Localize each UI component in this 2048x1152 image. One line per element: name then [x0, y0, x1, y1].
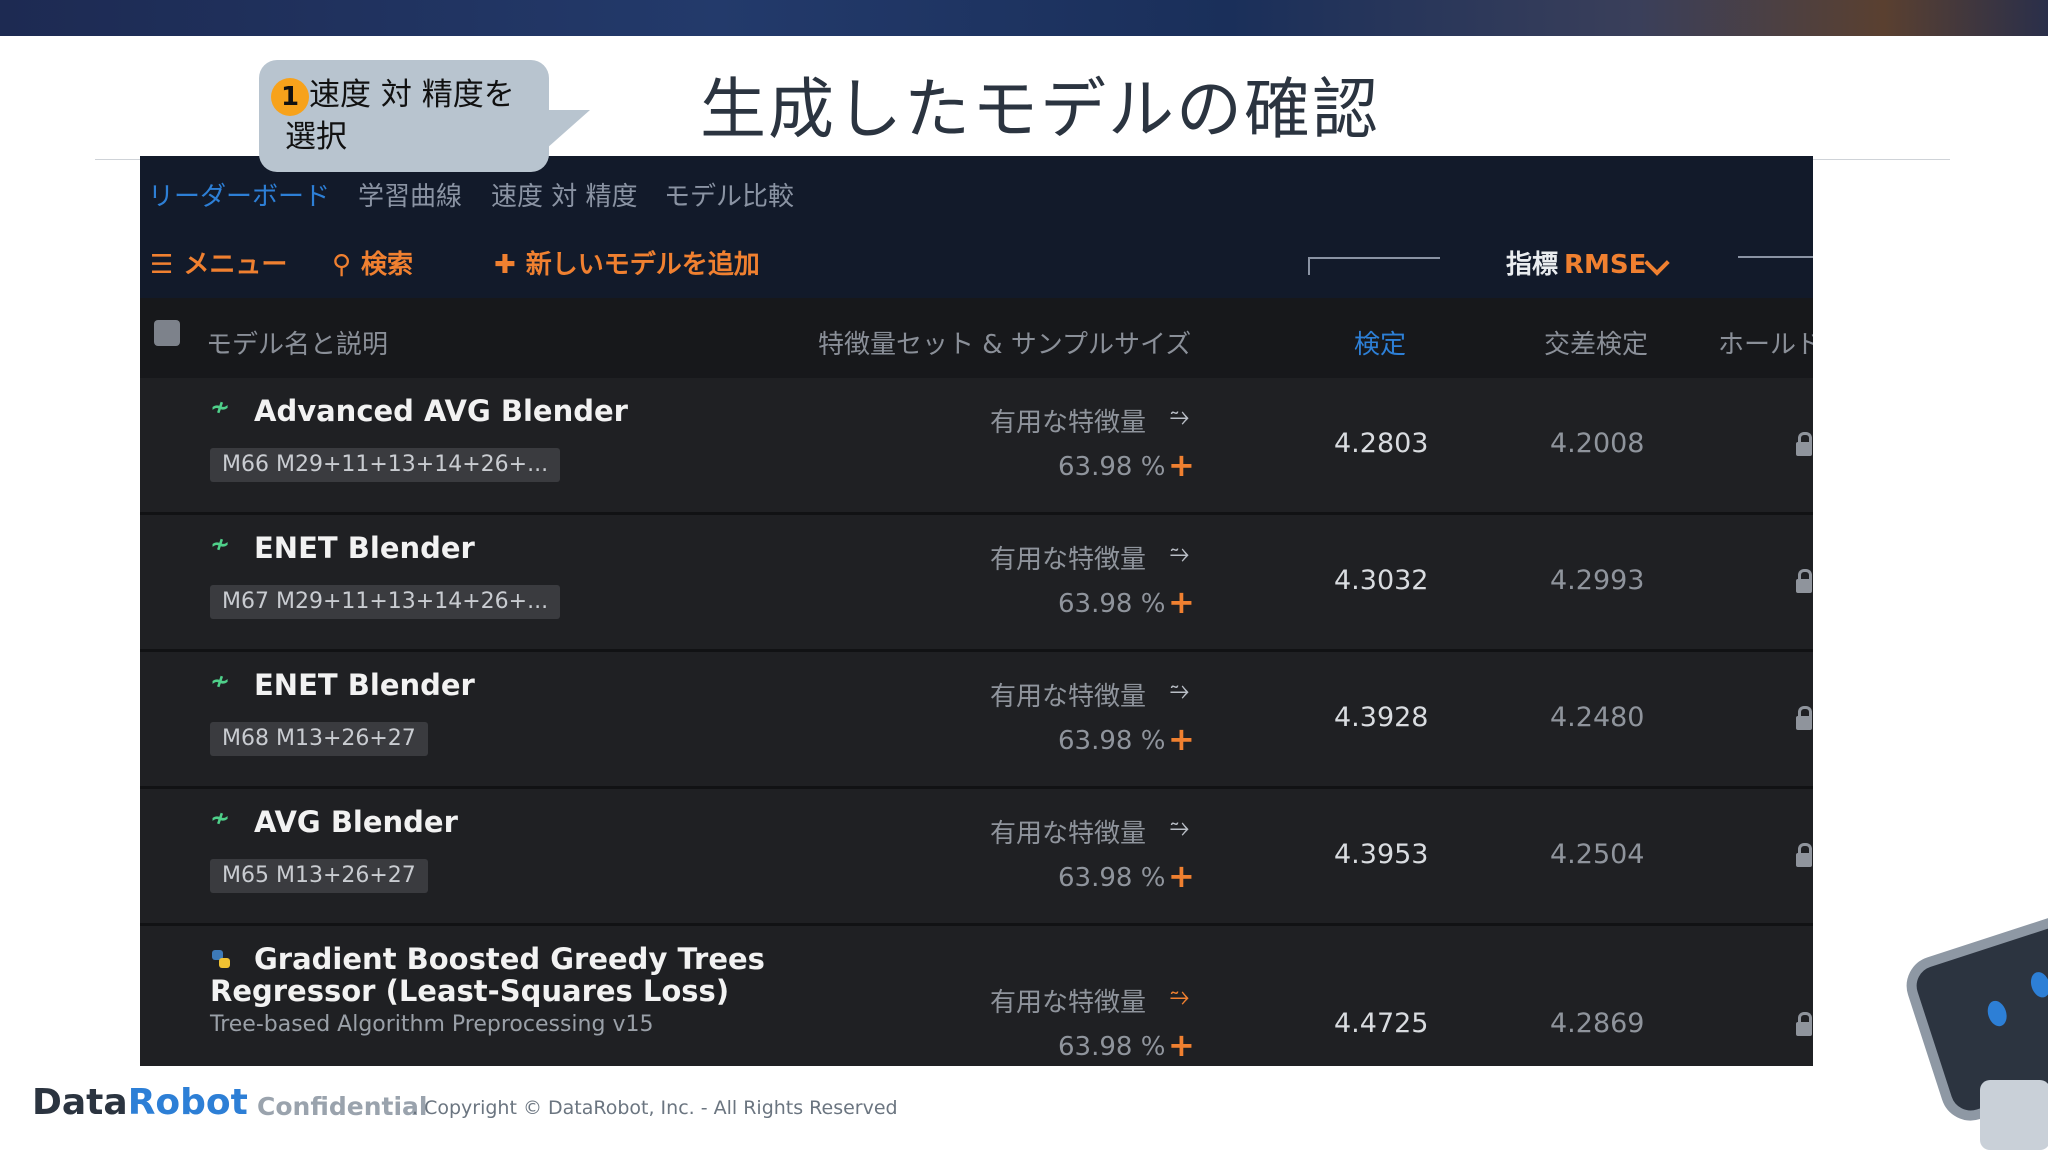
python-icon [212, 950, 230, 968]
feature-tree-icon[interactable]: ⥲ [1170, 539, 1189, 567]
feature-tree-icon[interactable]: ⥲ [1170, 982, 1189, 1010]
datarobot-logo: DataRobot [32, 1082, 248, 1123]
add-sample-icon[interactable]: + [1168, 583, 1195, 621]
feature-set-label: 有用な特徴量 [990, 545, 1147, 575]
column-header-features[interactable]: 特徴量セット & サンプルサイズ [818, 324, 1191, 361]
column-header-name[interactable]: モデル名と説明 [206, 324, 388, 361]
lock-icon [1796, 432, 1812, 456]
metric-bracket-left [1308, 257, 1440, 275]
metric-value: RMSE [1564, 250, 1647, 280]
feature-set-label: 有用な特徴量 [990, 988, 1147, 1018]
blender-icon: ≁ [210, 804, 231, 832]
lock-icon [1796, 1012, 1812, 1036]
feature-tree-icon[interactable]: ⥲ [1170, 402, 1189, 430]
robot-eye-left [1984, 998, 2010, 1029]
menu-label: メニュー [183, 250, 288, 280]
add-sample-icon[interactable]: + [1168, 720, 1195, 758]
metric-selector[interactable]: 指標 RMSE [1506, 244, 1646, 281]
validation-score: 4.2803 [1334, 428, 1429, 459]
model-name-line-1[interactable]: Gradient Boosted Greedy Trees [254, 942, 765, 976]
model-name[interactable]: ENET Blender [254, 668, 475, 702]
tab-learning-curve[interactable]: 学習曲線 [358, 176, 462, 213]
sample-size: 63.98 % [1058, 589, 1166, 619]
validation-score: 4.3928 [1334, 702, 1429, 733]
confidential-label: Confidential [257, 1092, 428, 1121]
validation-score: 4.3032 [1334, 565, 1429, 596]
add-sample-icon[interactable]: + [1168, 857, 1195, 895]
tab-leaderboard[interactable]: リーダーボード [148, 176, 330, 213]
tab-model-comparison[interactable]: モデル比較 [664, 176, 794, 213]
robot-eye-right [2027, 969, 2048, 1000]
model-name[interactable]: AVG Blender [254, 805, 458, 839]
model-badge: M67 M29+11+13+14+26+... [210, 585, 561, 619]
validation-score: 4.3953 [1334, 839, 1429, 870]
hamburger-icon: ☰ [150, 250, 174, 280]
cross-validation-score: 4.2480 [1550, 702, 1645, 733]
leaderboard-app: リーダーボード 学習曲線 速度 対 精度 モデル比較 ☰ メニュー ⚲ 検索 ✚ 新し… [140, 156, 1813, 1066]
model-badge: M65 M13+26+27 [210, 859, 428, 893]
model-name-line-2[interactable]: Regressor (Least-Squares Loss) [210, 974, 729, 1008]
cross-validation-score: 4.2504 [1550, 839, 1645, 870]
feature-set-label: 有用な特徴量 [990, 682, 1147, 712]
sample-size: 63.98 % [1058, 1032, 1166, 1062]
search-label: 検索 [361, 250, 414, 280]
select-all-checkbox[interactable] [154, 320, 180, 346]
callout-text: 速度 対 精度を選択 [285, 77, 515, 155]
model-description: Tree-based Algorithm Preprocessing v15 [210, 1012, 654, 1037]
slide-title: 生成したモデルの確認 [700, 71, 1380, 148]
plus-icon: ✚ [494, 250, 516, 280]
search-icon: ⚲ [332, 250, 352, 280]
add-sample-icon[interactable]: + [1168, 446, 1195, 484]
model-badge: M68 M13+26+27 [210, 722, 428, 756]
column-header-validation[interactable]: 検定 [1354, 324, 1406, 361]
top-banner [0, 0, 2048, 36]
lock-icon [1796, 843, 1812, 867]
add-model-button[interactable]: ✚ 新しいモデルを追加 [494, 244, 760, 281]
add-model-label: 新しいモデルを追加 [525, 250, 760, 280]
validation-score: 4.4725 [1334, 1008, 1429, 1039]
feature-tree-icon[interactable]: ⥲ [1170, 813, 1189, 841]
sample-size: 63.98 % [1058, 726, 1166, 756]
cross-validation-score: 4.2993 [1550, 565, 1645, 596]
metric-label: 指標 [1506, 250, 1559, 280]
logo-data: Data [32, 1082, 128, 1123]
cross-validation-score: 4.2008 [1550, 428, 1645, 459]
copyright-text: . Copyright © DataRobot, Inc. - All Righ… [412, 1097, 898, 1119]
robot-neck [1980, 1080, 2048, 1150]
robot-mascot [1900, 900, 2048, 1152]
logo-robot: Robot [127, 1082, 248, 1123]
model-name[interactable]: ENET Blender [254, 531, 475, 565]
add-sample-icon[interactable]: + [1168, 1026, 1195, 1064]
sample-size: 63.98 % [1058, 452, 1166, 482]
search-button[interactable]: ⚲ 検索 [332, 244, 413, 281]
column-header-holdout[interactable]: ホールド [1718, 324, 1813, 361]
cross-validation-score: 4.2869 [1550, 1008, 1645, 1039]
feature-tree-icon[interactable]: ⥲ [1170, 676, 1189, 704]
blender-icon: ≁ [210, 530, 231, 558]
column-header-cross-validation[interactable]: 交差検定 [1544, 324, 1648, 361]
menu-button[interactable]: ☰ メニュー [150, 244, 287, 281]
lock-icon [1796, 706, 1812, 730]
callout-box: 1 速度 対 精度を選択 [259, 60, 549, 172]
model-badge: M66 M29+11+13+14+26+... [210, 448, 561, 482]
lock-icon [1796, 569, 1812, 593]
sample-size: 63.98 % [1058, 863, 1166, 893]
model-name[interactable]: Advanced AVG Blender [254, 394, 628, 428]
blender-icon: ≁ [210, 393, 231, 421]
blender-icon: ≁ [210, 667, 231, 695]
metric-bracket-right [1738, 256, 1813, 258]
tab-speed-vs-accuracy[interactable]: 速度 対 精度 [491, 176, 638, 213]
feature-set-label: 有用な特徴量 [990, 819, 1147, 849]
feature-set-label: 有用な特徴量 [990, 408, 1147, 438]
